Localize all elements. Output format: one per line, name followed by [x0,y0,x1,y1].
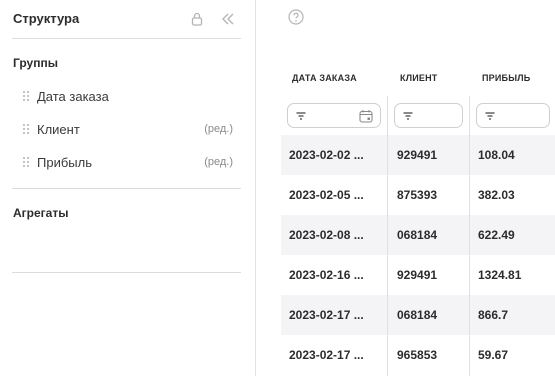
drag-handle-icon[interactable] [21,123,31,135]
date-filter-input[interactable] [287,103,381,128]
double-chevron-left-icon[interactable] [219,10,237,28]
profit-filter-input[interactable] [476,103,550,128]
cell-order-date: 2023-02-02 ... [289,148,364,162]
column-header-profit[interactable]: ПРИБЫЛЬ [482,73,530,83]
drag-handle-icon[interactable] [21,90,31,102]
cell-order-date: 2023-02-08 ... [289,228,364,242]
column-divider[interactable] [387,96,388,376]
aggregates-section-title: Агрегаты [13,206,69,220]
group-field-order-date[interactable]: Дата заказа [21,85,235,107]
filter-icon [296,112,306,120]
cell-client: 965853 [397,348,438,362]
cell-client: 068184 [397,308,438,322]
client-filter-input[interactable] [394,103,463,128]
edit-link[interactable]: (ред.) [204,156,233,168]
cell-order-date: 2023-02-17 ... [289,308,364,322]
table-row[interactable]: 2023-02-16 ... 929491 1324.81 [281,255,555,295]
structure-panel: Структура Группы Дата заказа Клиент (ред… [0,0,256,376]
cell-client: 929491 [397,148,438,162]
panel-header: Структура [12,0,241,39]
lock-icon[interactable] [188,10,206,28]
column-header-client[interactable]: КЛИЕНТ [400,73,437,83]
cell-profit: 866.7 [478,308,509,322]
field-label: Клиент [37,121,80,137]
table-row[interactable]: 2023-02-17 ... 068184 866.7 [281,295,555,335]
cell-profit: 1324.81 [478,268,522,282]
groups-section-title: Группы [13,56,58,70]
column-divider[interactable] [469,96,470,376]
cell-client: 068184 [397,228,438,242]
drag-handle-icon[interactable] [21,156,31,168]
cell-order-date: 2023-02-05 ... [289,188,364,202]
table-row[interactable]: 2023-02-02 ... 929491 108.04 [281,135,555,175]
divider [12,188,241,189]
help-circle-icon[interactable] [288,9,304,25]
cell-client: 875393 [397,188,438,202]
cell-profit: 59.67 [478,348,509,362]
group-field-profit[interactable]: Прибыль (ред.) [21,151,235,173]
calendar-icon[interactable] [359,109,373,123]
column-header-order-date[interactable]: ДАТА ЗАКАЗА [292,73,357,83]
group-field-client[interactable]: Клиент (ред.) [21,118,235,140]
table-row[interactable]: 2023-02-08 ... 068184 622.49 [281,215,555,255]
cell-profit: 108.04 [478,148,515,162]
filter-icon [485,112,495,120]
cell-client: 929491 [397,268,438,282]
table-row[interactable]: 2023-02-17 ... 965853 59.67 [281,335,555,375]
filter-icon [403,112,413,120]
panel-title: Структура [13,11,80,26]
divider [12,272,241,273]
cell-order-date: 2023-02-17 ... [289,348,364,362]
edit-link[interactable]: (ред.) [204,123,233,135]
field-label: Дата заказа [37,88,109,104]
cell-profit: 622.49 [478,228,515,242]
field-label: Прибыль [37,154,92,170]
cell-order-date: 2023-02-16 ... [289,268,364,282]
cell-profit: 382.03 [478,188,515,202]
table-row[interactable]: 2023-02-05 ... 875393 382.03 [281,175,555,215]
